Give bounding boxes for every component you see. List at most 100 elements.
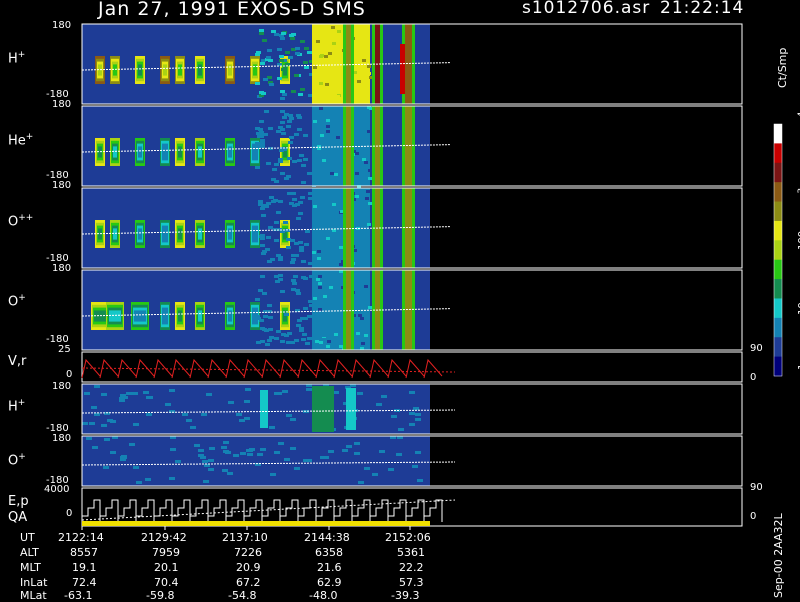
spectrogram-cell — [300, 196, 305, 199]
spectrogram-cell — [315, 53, 319, 56]
spectrogram-cell — [107, 419, 113, 422]
cell: 19.1 — [72, 561, 97, 574]
spectrogram-cell — [364, 161, 368, 164]
spectrogram-cell — [362, 158, 366, 161]
spectrogram-cell — [287, 332, 292, 335]
spectrogram-cell — [272, 168, 277, 171]
spectrogram-cell — [291, 279, 296, 282]
spectrogram-cell — [398, 428, 404, 431]
panel-label-o-plus-pa: O+ — [8, 452, 26, 469]
spectrogram-cell — [301, 181, 306, 184]
spectrogram-cell — [326, 130, 330, 133]
vr-panel-frame — [81, 351, 743, 383]
spectrogram-cell — [295, 203, 300, 206]
spectrogram-cell — [326, 345, 330, 348]
row-label-mlat: MLat — [20, 589, 47, 602]
spectrogram-cell — [268, 127, 273, 130]
spectrogram-cell — [270, 258, 275, 261]
spectrogram-cell — [285, 51, 290, 54]
spectrogram-cell — [325, 151, 329, 154]
spectrogram-cell — [265, 343, 270, 346]
spectrogram-cell — [227, 472, 233, 475]
spectrogram-cell — [266, 162, 271, 165]
panel-label-h-plus: H+ — [8, 50, 26, 67]
spectrogram-cell — [367, 223, 371, 226]
spectrogram-cell — [303, 158, 308, 161]
spectrogram-cell — [274, 33, 279, 36]
spectrogram-cell — [274, 163, 279, 166]
spectrogram-cell — [201, 413, 207, 416]
spectrogram-cell — [321, 128, 325, 131]
spectrogram-cell — [357, 392, 363, 395]
spectrogram-cell — [221, 446, 227, 449]
spectrogram-cell — [165, 403, 171, 406]
spectrogram-cell — [358, 481, 364, 484]
spectrogram-cell — [318, 308, 322, 311]
spectrogram-cell — [284, 313, 289, 316]
spectrogram-cell — [279, 59, 284, 62]
spectrogram-cell — [286, 246, 291, 249]
cell: -39.3 — [391, 589, 420, 602]
spectrogram-cell — [297, 116, 302, 119]
spectrogram-cell — [203, 480, 209, 483]
spectrogram-cell — [299, 246, 304, 249]
spectrogram-cell — [84, 392, 90, 395]
spectrogram-stripe — [400, 44, 405, 94]
colorbar-swatch — [774, 240, 782, 261]
spectrogram-cell — [301, 164, 306, 167]
spectrogram-cell — [324, 55, 328, 58]
spectrogram-cell — [322, 159, 326, 162]
spectrogram-cell — [269, 83, 274, 86]
spectrogram-cell — [415, 413, 421, 416]
spectrogram-cell — [286, 414, 292, 417]
spectrogram-cell — [284, 177, 289, 180]
spectrogram-cell — [331, 26, 335, 29]
spectrogram-cell — [262, 250, 267, 253]
spectrogram-cell — [261, 214, 266, 217]
spectrogram-cell — [298, 241, 303, 244]
spectrogram-cell — [336, 136, 340, 139]
spectrogram-cell — [138, 228, 142, 240]
spectrogram-cell — [113, 64, 117, 76]
cell: -63.1 — [64, 589, 93, 602]
spectrogram-cell — [335, 253, 339, 256]
cell: 62.9 — [317, 576, 342, 589]
spectrogram-cell — [101, 424, 107, 427]
spectrogram-cell — [291, 90, 296, 93]
colorbar-swatch — [774, 356, 782, 377]
spectrogram-cell — [304, 243, 309, 246]
spectrogram-cell — [358, 133, 362, 136]
spectrogram-cell — [415, 451, 421, 454]
spectrogram-cell — [354, 452, 360, 455]
spectrogram-cell — [306, 388, 312, 391]
spectrogram-cell — [260, 275, 265, 278]
spectrogram-cell — [319, 82, 323, 85]
spectrogram-cell — [346, 388, 356, 430]
spectrogram-cell — [332, 42, 336, 45]
spectrogram-cell — [356, 302, 360, 305]
spectrogram-cell — [260, 142, 265, 145]
y-tick-bottom: 0 — [66, 508, 73, 519]
colorbar-swatch — [774, 337, 782, 358]
spectrogram-cell — [264, 205, 269, 208]
spectrogram-cell — [255, 142, 260, 145]
spectrogram-cell — [288, 114, 293, 117]
spectrogram-cell — [319, 107, 323, 110]
spectrogram-plot — [81, 23, 783, 530]
spectrogram-cell — [228, 401, 234, 404]
spectrogram-cell — [208, 468, 214, 471]
spectrogram-cell — [368, 169, 372, 172]
spectrogram-cell — [367, 130, 371, 133]
spectrogram-cell — [258, 289, 263, 292]
spectrogram-cell — [94, 413, 100, 416]
spectrogram-stripe — [346, 188, 351, 268]
spectrogram-cell — [292, 160, 297, 163]
spectrogram-cell — [82, 422, 88, 425]
spectrogram-cell — [286, 341, 291, 344]
spectrogram-cell — [300, 88, 305, 91]
spectrogram-cell — [86, 437, 92, 440]
spectrogram-cell — [262, 292, 267, 295]
y-tick-top: 4000 — [44, 484, 70, 495]
spectrogram-cell — [286, 125, 291, 128]
spectrogram-cell — [367, 65, 371, 68]
